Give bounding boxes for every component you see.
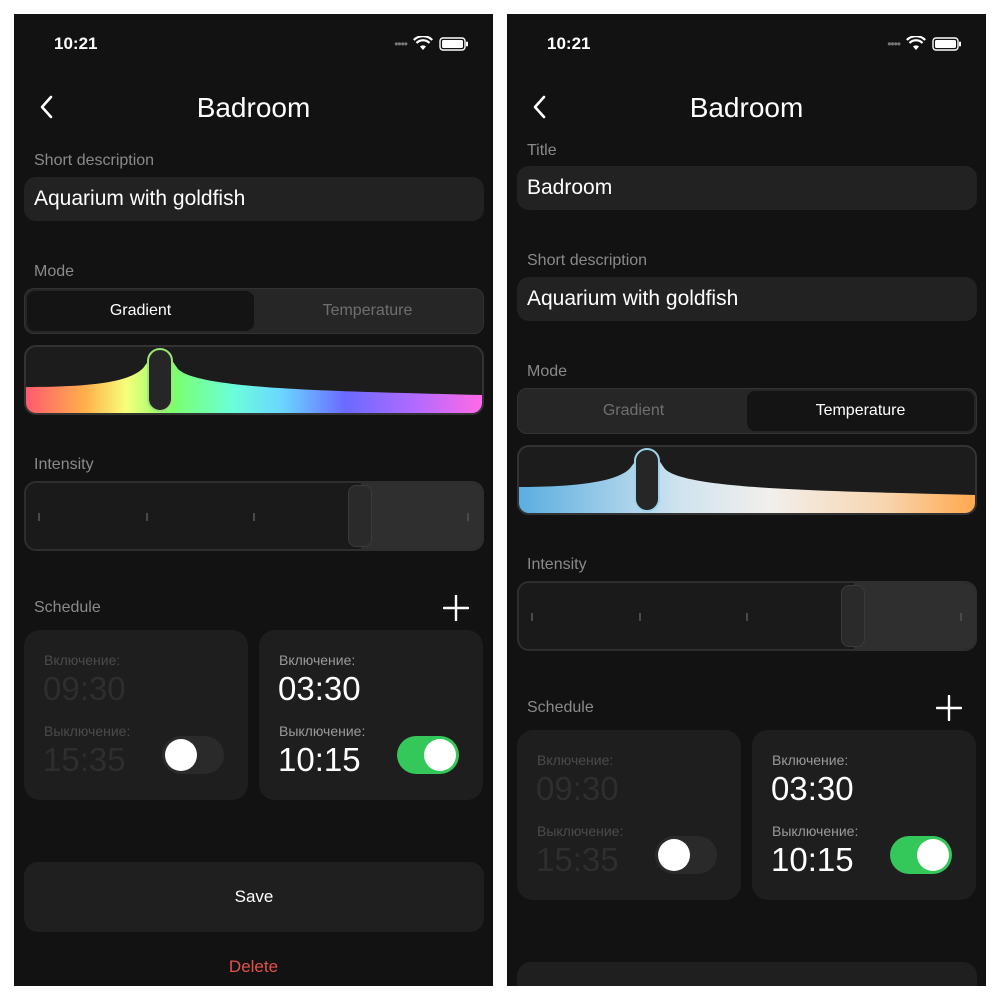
- status-bar: 10:21 ••••: [507, 14, 986, 74]
- wifi-icon: [906, 36, 926, 50]
- schedule-label: Schedule: [34, 599, 101, 616]
- gradient-color-slider[interactable]: [24, 345, 484, 415]
- intensity-tick: [531, 613, 533, 621]
- off-time[interactable]: 15:35: [536, 841, 619, 879]
- delete-button[interactable]: Delete: [14, 957, 493, 977]
- title-field[interactable]: Badroom: [517, 166, 977, 210]
- screen-gradient-mode: 10:21 •••• Badroom Short description Aqu…: [14, 14, 493, 986]
- battery-icon: [932, 36, 961, 51]
- mode-temperature-tab[interactable]: Temperature: [747, 391, 974, 431]
- plus-icon[interactable]: [936, 695, 962, 721]
- battery-icon: [439, 36, 468, 51]
- mode-gradient-tab[interactable]: Gradient: [520, 391, 747, 431]
- signal-dots-icon: ••••: [394, 36, 408, 51]
- on-label: Включение:: [772, 752, 849, 768]
- off-time[interactable]: 15:35: [43, 741, 126, 779]
- on-time[interactable]: 09:30: [43, 670, 126, 708]
- off-label: Выключение:: [44, 723, 131, 739]
- save-button[interactable]: Save: [24, 862, 484, 932]
- mode-temperature-tab[interactable]: Temperature: [254, 291, 481, 331]
- mode-gradient-tab[interactable]: Gradient: [27, 291, 254, 331]
- schedule-card-2[interactable]: Включение: 03:30 Выключение: 10:15: [752, 730, 976, 900]
- off-time[interactable]: 10:15: [278, 741, 361, 779]
- on-label: Включение:: [537, 752, 614, 768]
- on-time[interactable]: 09:30: [536, 770, 619, 808]
- toggle-knob: [658, 839, 690, 871]
- off-time[interactable]: 10:15: [771, 841, 854, 879]
- intensity-thumb[interactable]: [841, 585, 865, 647]
- description-label: Short description: [527, 252, 648, 269]
- plus-icon[interactable]: [443, 595, 469, 621]
- toggle-knob: [165, 739, 197, 771]
- on-time[interactable]: 03:30: [771, 770, 854, 808]
- title-label: Title: [527, 142, 557, 159]
- temperature-spectrum: [519, 453, 975, 513]
- intensity-tick: [746, 613, 748, 621]
- schedule-toggle[interactable]: [890, 836, 952, 874]
- save-button[interactable]: [517, 962, 977, 986]
- signal-dots-icon: ••••: [887, 36, 901, 51]
- mode-label: Mode: [527, 363, 568, 380]
- intensity-fill: [26, 483, 361, 549]
- on-label: Включение:: [279, 652, 356, 668]
- toggle-knob: [424, 739, 456, 771]
- intensity-fill: [519, 583, 854, 649]
- schedule-toggle[interactable]: [162, 736, 224, 774]
- intensity-label: Intensity: [527, 556, 587, 573]
- status-bar: 10:21 ••••: [14, 14, 493, 74]
- intensity-track: [361, 483, 482, 549]
- status-time: 10:21: [547, 34, 591, 53]
- on-time[interactable]: 03:30: [278, 670, 361, 708]
- intensity-slider[interactable]: [517, 581, 977, 651]
- schedule-toggle[interactable]: [655, 836, 717, 874]
- schedule-card-1[interactable]: Включение: 09:30 Выключение: 15:35: [517, 730, 741, 900]
- intensity-tick: [38, 513, 40, 521]
- gradient-slider-thumb[interactable]: [147, 348, 173, 412]
- intensity-tick: [467, 513, 469, 521]
- description-field[interactable]: Aquarium with goldfish: [517, 277, 977, 321]
- off-label: Выключение:: [772, 823, 859, 839]
- temperature-slider[interactable]: [517, 445, 977, 515]
- screen-temperature-mode: 10:21 •••• Badroom Title Badroom Short d…: [507, 14, 986, 986]
- mode-segmented-control: Gradient Temperature: [24, 288, 484, 334]
- temperature-slider-thumb[interactable]: [634, 448, 660, 512]
- toggle-knob: [917, 839, 949, 871]
- nav-bar: Badroom: [507, 84, 986, 130]
- mode-label: Mode: [34, 263, 75, 280]
- on-label: Включение:: [44, 652, 121, 668]
- intensity-label: Intensity: [34, 456, 94, 473]
- off-label: Выключение:: [279, 723, 366, 739]
- schedule-toggle[interactable]: [397, 736, 459, 774]
- intensity-slider[interactable]: [24, 481, 484, 551]
- schedule-card-2[interactable]: Включение: 03:30 Выключение: 10:15: [259, 630, 483, 800]
- status-time: 10:21: [54, 34, 98, 53]
- schedule-card-1[interactable]: Включение: 09:30 Выключение: 15:35: [24, 630, 248, 800]
- schedule-label: Schedule: [527, 699, 594, 716]
- wifi-icon: [413, 36, 433, 50]
- description-label: Short description: [34, 152, 155, 169]
- page-title: Badroom: [689, 92, 804, 123]
- description-field[interactable]: Aquarium with goldfish: [24, 177, 484, 221]
- intensity-tick: [253, 513, 255, 521]
- off-label: Выключение:: [537, 823, 624, 839]
- intensity-thumb[interactable]: [348, 485, 372, 547]
- intensity-tick: [960, 613, 962, 621]
- gradient-spectrum: [26, 353, 482, 413]
- nav-bar: Badroom: [14, 84, 493, 130]
- intensity-tick: [146, 513, 148, 521]
- mode-segmented-control: Gradient Temperature: [517, 388, 977, 434]
- intensity-tick: [639, 613, 641, 621]
- intensity-track: [854, 583, 975, 649]
- page-title: Badroom: [196, 92, 311, 123]
